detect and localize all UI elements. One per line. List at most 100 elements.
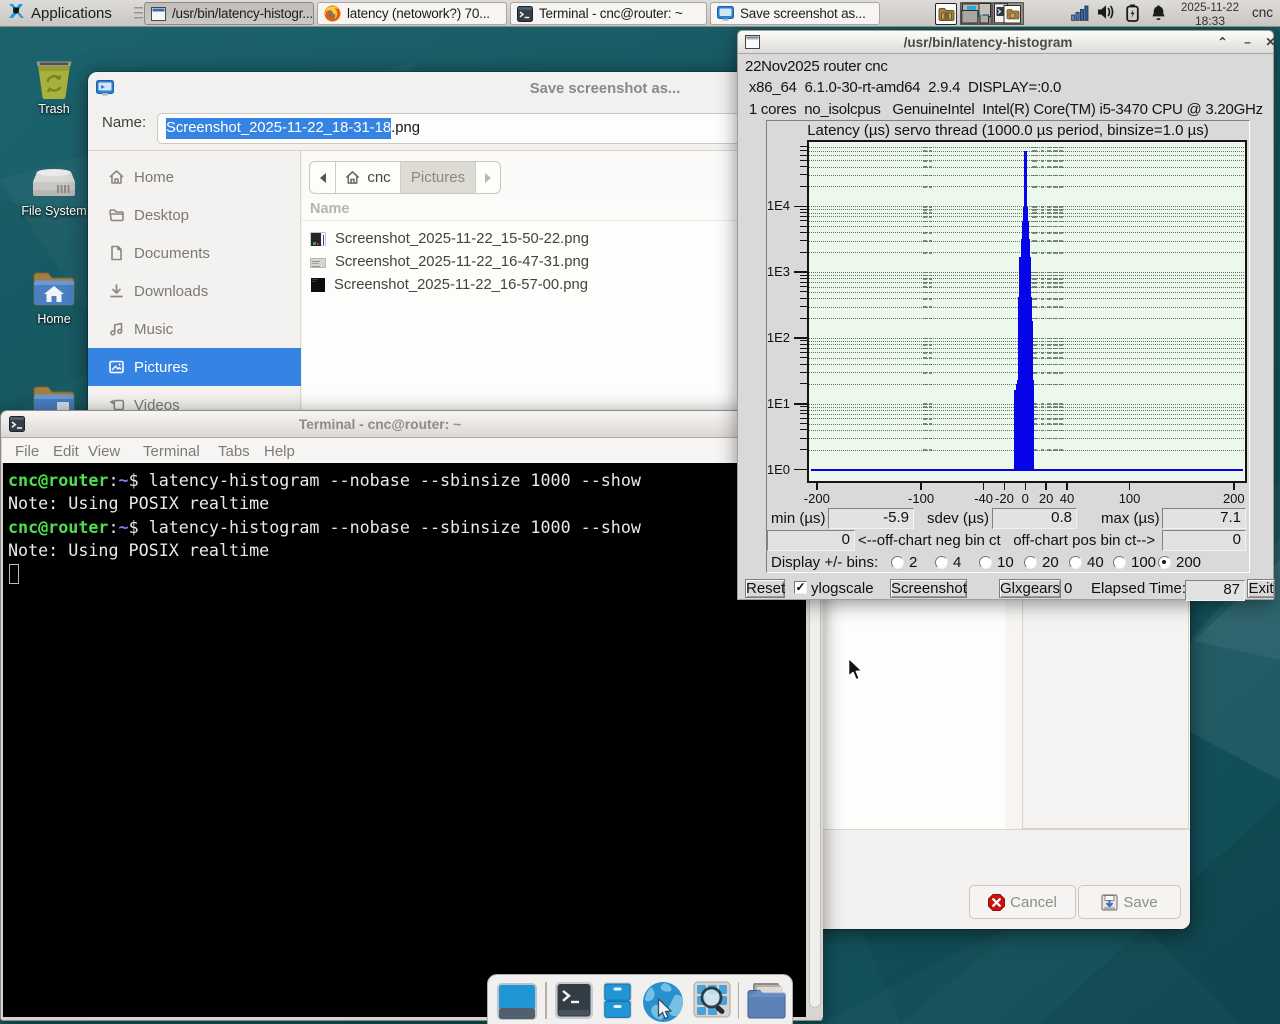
plot-grid-dash bbox=[1032, 175, 1037, 177]
bins-radio-20[interactable] bbox=[1024, 556, 1037, 569]
tasklist-grip[interactable] bbox=[134, 7, 143, 20]
plot-grid-dash bbox=[1047, 147, 1051, 149]
plot-grid-dash bbox=[1053, 318, 1058, 320]
sdev-entry[interactable]: 0.8 bbox=[992, 508, 1077, 529]
cancel-button[interactable]: Cancel bbox=[969, 885, 1076, 919]
taskbar-button-3[interactable]: Terminal - cnc@router: ~ bbox=[510, 2, 707, 25]
save-button[interactable]: Save bbox=[1078, 885, 1181, 919]
plot-grid-dash bbox=[923, 166, 927, 168]
minimize-button[interactable]: – bbox=[1240, 34, 1255, 50]
y-minor-tick bbox=[800, 306, 807, 307]
taskbar-button-2[interactable]: latency (netowork?) 70... bbox=[317, 2, 507, 25]
plot-grid-dash bbox=[1032, 216, 1037, 218]
plot-grid-dash bbox=[929, 352, 932, 354]
terminal-titlebar[interactable]: Terminal - cnc@router: ~ bbox=[1, 411, 822, 438]
desktop-sym-icon bbox=[108, 207, 125, 223]
terminal-menu-help[interactable]: Help bbox=[264, 443, 295, 460]
exit-button[interactable]: Exit bbox=[1247, 579, 1275, 598]
network-icon[interactable] bbox=[1071, 4, 1089, 26]
x-tick-label: 0 bbox=[1022, 491, 1029, 506]
close-button[interactable]: ✕ bbox=[1263, 34, 1278, 50]
plot-grid-dash bbox=[923, 384, 927, 386]
bins-radio-40[interactable] bbox=[1069, 556, 1082, 569]
sidebar-item-downloads[interactable]: Downloads bbox=[88, 272, 301, 310]
dock-item-file-folder[interactable] bbox=[742, 981, 793, 1021]
pager-miniatures bbox=[960, 2, 1024, 25]
y-minor-tick bbox=[800, 298, 807, 299]
bins-radio-4[interactable] bbox=[935, 556, 948, 569]
dock-item-file-manager[interactable] bbox=[598, 981, 637, 1021]
battery-icon[interactable] bbox=[1126, 4, 1139, 27]
bins-radio-10[interactable] bbox=[979, 556, 992, 569]
plot-grid-dash bbox=[1032, 212, 1037, 214]
terminal-menu-terminal[interactable]: Terminal bbox=[143, 443, 200, 460]
plot-grid-dash bbox=[1041, 226, 1044, 228]
screenshot-button[interactable]: Screenshot bbox=[890, 579, 967, 598]
bins-radio-2[interactable] bbox=[891, 556, 904, 569]
desktop-icon-file-system[interactable]: File System bbox=[11, 158, 97, 218]
desktop-icon-trash[interactable]: Trash bbox=[11, 56, 97, 116]
sidebar-item-desktop[interactable]: Desktop bbox=[88, 196, 301, 234]
histogram-titlebar[interactable]: /usr/bin/latency-histogram ⌃ – ✕ bbox=[738, 31, 1273, 54]
sidebar-item-music[interactable]: Music bbox=[88, 310, 301, 348]
bins-radio-200[interactable] bbox=[1158, 556, 1171, 569]
path-back-button[interactable] bbox=[310, 162, 336, 193]
bell-icon[interactable] bbox=[1150, 4, 1167, 26]
taskbar-button-1[interactable]: /usr/bin/latency-histogr... bbox=[144, 2, 314, 25]
dock-item-app-finder[interactable] bbox=[689, 981, 735, 1018]
plot-grid-dash bbox=[1053, 212, 1058, 214]
pos-bin-entry[interactable]: 0 bbox=[1162, 530, 1246, 551]
terminal-screen[interactable]: cnc@router:~$ latency-histogram --nobase… bbox=[3, 463, 806, 1017]
reset-button[interactable]: Reset bbox=[745, 579, 785, 598]
plot-grid-dash bbox=[929, 272, 932, 274]
bins-radio-label-20: 20 bbox=[1042, 554, 1059, 571]
glxgears-count: 0 bbox=[1064, 580, 1072, 597]
path-current-button[interactable]: Pictures bbox=[401, 162, 476, 193]
path-forward-button[interactable] bbox=[476, 162, 500, 193]
sidebar-item-home[interactable]: Home bbox=[88, 158, 301, 196]
terminal-menu-view[interactable]: View bbox=[88, 443, 120, 460]
sidebar-item-pictures[interactable]: Pictures bbox=[88, 348, 301, 386]
plot-grid-dash bbox=[1059, 357, 1063, 359]
terminal-menu-file[interactable]: File bbox=[15, 443, 39, 460]
workspace-pager[interactable] bbox=[960, 2, 1024, 25]
shade-button[interactable]: ⌃ bbox=[1215, 34, 1230, 50]
clock[interactable]: 2025-11-2218:33 bbox=[1174, 1, 1246, 27]
x-tick bbox=[1066, 483, 1068, 490]
plot-grid-dash bbox=[1053, 357, 1058, 359]
plot-grid-dash bbox=[923, 344, 927, 346]
plot-grid-dash bbox=[923, 341, 927, 343]
elapsed-entry[interactable]: 87 bbox=[1185, 580, 1245, 601]
dock-item-show-desktop[interactable] bbox=[492, 981, 542, 1022]
taskbar-button-4[interactable]: Save screenshot as... bbox=[710, 2, 880, 25]
plot-grid-dash bbox=[1032, 166, 1037, 168]
terminal-menu-edit[interactable]: Edit bbox=[53, 443, 79, 460]
plot-grid-dash bbox=[1041, 298, 1044, 300]
plot-grid-dash bbox=[1047, 166, 1051, 168]
plot-grid-dash bbox=[929, 430, 932, 432]
terminal-menu-tabs[interactable]: Tabs bbox=[218, 443, 250, 460]
neg-bin-entry[interactable]: 0 bbox=[767, 530, 855, 551]
sidebar-item-label: Desktop bbox=[134, 207, 189, 224]
plot-grid-dash bbox=[1053, 147, 1058, 149]
plot-grid-dash bbox=[1032, 306, 1037, 308]
glxgears-button[interactable]: Glxgears bbox=[999, 579, 1061, 598]
y-minor-tick bbox=[800, 348, 807, 349]
histogram-info-line1: 22Nov2025 router cnc bbox=[745, 58, 888, 75]
sidebar-item-documents[interactable]: Documents bbox=[88, 234, 301, 272]
ylogscale-checkbox[interactable]: ✓ bbox=[794, 581, 807, 594]
plot-grid-dash bbox=[1047, 341, 1051, 343]
dock-item-web-browser[interactable] bbox=[637, 981, 689, 1024]
path-home-button[interactable]: cnc bbox=[336, 162, 401, 193]
min-entry[interactable]: -5.9 bbox=[828, 508, 914, 529]
dock-item-terminal[interactable] bbox=[550, 981, 598, 1020]
bins-radio-100[interactable] bbox=[1113, 556, 1126, 569]
screenshooter-tray-icon[interactable] bbox=[935, 3, 957, 25]
volume-icon[interactable] bbox=[1097, 4, 1116, 25]
histogram-info-line2: x86_64 6.1.0-30-rt-amd64 2.9.4 DISPLAY=:… bbox=[745, 79, 1061, 96]
desktop-icon-home[interactable]: Home bbox=[11, 266, 97, 326]
max-entry[interactable]: 7.1 bbox=[1162, 508, 1246, 529]
applications-menu-button[interactable]: Applications bbox=[0, 0, 119, 27]
x-tick-label: -20 bbox=[995, 491, 1014, 506]
plot-grid-dash bbox=[1053, 216, 1058, 218]
